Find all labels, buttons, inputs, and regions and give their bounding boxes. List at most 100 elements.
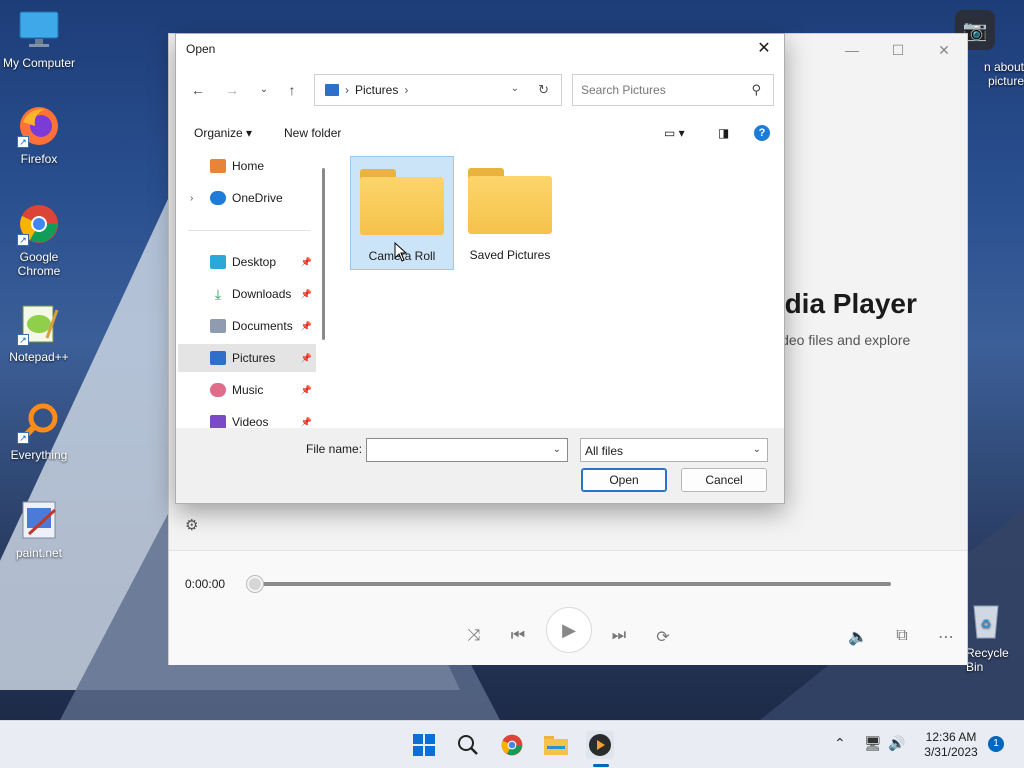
sidebar-item-onedrive[interactable]: › OneDrive bbox=[178, 184, 316, 212]
sidebar-item-pictures[interactable]: Pictures 📌 bbox=[178, 344, 316, 372]
sidebar-item-label: Desktop bbox=[232, 255, 277, 269]
notepadpp-icon: ↗ bbox=[17, 302, 61, 346]
desktop-icon-notepadpp[interactable]: ↗ Notepad++ bbox=[0, 302, 78, 364]
start-windows-icon[interactable] bbox=[410, 731, 438, 759]
firefox-icon: ↗ bbox=[17, 104, 61, 148]
sidebar-item-desktop[interactable]: Desktop 📌 bbox=[178, 248, 316, 276]
chevron-down-icon[interactable]: ⌄ bbox=[553, 444, 561, 455]
sidebar-scrollbar[interactable] bbox=[322, 168, 325, 340]
repeat-icon[interactable]: ⟳ bbox=[651, 627, 675, 647]
pin-icon[interactable]: 📌 bbox=[301, 353, 312, 364]
folder-icon bbox=[360, 169, 444, 235]
search-icon[interactable] bbox=[454, 731, 482, 759]
refresh-icon[interactable]: ↻ bbox=[538, 82, 549, 98]
sidebar-item-label: Documents bbox=[232, 319, 293, 333]
dialog-toolbar: Organize ▾ New folder ▭ ▾ ◨ ? bbox=[176, 122, 784, 146]
sidebar-item-label: Downloads bbox=[232, 287, 292, 301]
pictures-icon bbox=[210, 351, 226, 365]
new-folder-button[interactable]: New folder bbox=[284, 126, 341, 140]
media-player-taskbar-icon[interactable] bbox=[586, 731, 614, 759]
shuffle-icon[interactable]: ⤨ bbox=[462, 627, 486, 645]
notification-badge[interactable]: 1 bbox=[988, 736, 1004, 752]
sidebar-divider bbox=[188, 230, 310, 231]
help-icon[interactable]: ? bbox=[754, 125, 770, 141]
sidebar-item-documents[interactable]: Documents 📌 bbox=[178, 312, 316, 340]
pin-icon[interactable]: 📌 bbox=[301, 257, 312, 268]
next-icon[interactable]: ⏭ bbox=[607, 627, 631, 645]
sidebar-item-downloads[interactable]: ⤓ Downloads 📌 bbox=[178, 280, 316, 308]
network-icon[interactable]: 🖥 bbox=[864, 735, 882, 752]
folder-item-saved-pictures[interactable]: Saved Pictures bbox=[458, 156, 562, 270]
gear-icon[interactable]: ⚙ bbox=[185, 516, 198, 534]
recent-locations-chevron-icon[interactable]: ⌄ bbox=[254, 84, 274, 102]
pin-icon[interactable]: 📌 bbox=[301, 321, 312, 332]
file-type-select[interactable]: All files ⌄ bbox=[580, 438, 768, 462]
search-input[interactable]: Search Pictures ⚲ bbox=[572, 74, 774, 106]
maximize-icon[interactable]: ☐ bbox=[875, 34, 921, 66]
sidebar-item-label: Home bbox=[232, 159, 265, 173]
chevron-right-icon[interactable]: › bbox=[190, 193, 193, 204]
organize-button[interactable]: Organize ▾ bbox=[194, 126, 252, 140]
clock[interactable]: 12:36 AM 3/31/2023 bbox=[916, 730, 986, 760]
seek-track[interactable] bbox=[255, 582, 891, 586]
chevron-down-icon: ⌄ bbox=[752, 444, 761, 455]
sidebar-item-music[interactable]: Music 📌 bbox=[178, 376, 316, 404]
folder-icon bbox=[468, 168, 552, 234]
recycle-bin-icon: ♻ bbox=[964, 598, 1008, 642]
sidebar-item-videos[interactable]: Videos 📌 bbox=[178, 408, 316, 428]
back-arrow-icon[interactable]: ← bbox=[188, 82, 208, 100]
desktop-icon-label: Google Chrome bbox=[17, 250, 61, 278]
desktop-icon-firefox[interactable]: ↗ Firefox bbox=[0, 104, 78, 166]
cancel-button[interactable]: Cancel bbox=[681, 468, 767, 492]
speaker-icon[interactable]: 🔊 bbox=[888, 735, 905, 752]
close-icon[interactable]: ✕ bbox=[921, 34, 967, 66]
desktop-icon-my-computer[interactable]: My Computer bbox=[0, 8, 78, 70]
open-button[interactable]: Open bbox=[581, 468, 667, 492]
download-arrow-icon: ⤓ bbox=[214, 286, 222, 302]
desktop-icon-label: My Computer bbox=[2, 56, 76, 70]
file-explorer-icon[interactable] bbox=[542, 731, 570, 759]
seek-thumb[interactable] bbox=[247, 576, 263, 592]
monitor-icon bbox=[17, 8, 61, 52]
desktop-icon-label: paint.net bbox=[15, 546, 63, 560]
pin-icon[interactable]: 📌 bbox=[301, 385, 312, 396]
document-icon bbox=[210, 319, 226, 333]
address-bar[interactable]: › Pictures › ⌄ ↻ bbox=[314, 74, 562, 106]
desktop-icon-paintnet[interactable]: paint.net bbox=[0, 498, 78, 560]
close-icon[interactable]: ✕ bbox=[750, 38, 778, 60]
pin-icon[interactable]: 📌 bbox=[301, 417, 312, 428]
desktop-icon bbox=[210, 255, 226, 269]
file-name-input[interactable]: ⌄ bbox=[366, 438, 568, 462]
breadcrumb-pictures[interactable]: Pictures bbox=[355, 83, 398, 97]
pin-icon[interactable]: 📌 bbox=[301, 289, 312, 300]
clock-time: 12:36 AM bbox=[925, 730, 977, 744]
chrome-icon[interactable] bbox=[498, 731, 526, 759]
up-arrow-icon[interactable]: ↑ bbox=[282, 82, 302, 100]
volume-icon[interactable]: 🔈 bbox=[846, 627, 870, 647]
paintnet-icon bbox=[17, 498, 61, 542]
navigation-pane: Home › OneDrive Desktop 📌 ⤓ Downloads 📌 … bbox=[178, 150, 316, 428]
cloud-icon bbox=[210, 191, 226, 205]
desktop-icon-everything[interactable]: ↗ Everything bbox=[0, 400, 78, 462]
home-icon bbox=[210, 159, 226, 173]
minimize-icon[interactable]: — bbox=[829, 34, 875, 66]
sidebar-item-home[interactable]: Home bbox=[178, 152, 316, 180]
media-player-subtext: video files and explore bbox=[771, 332, 911, 348]
clock-date: 3/31/2023 bbox=[924, 745, 978, 759]
play-button[interactable]: ▶ bbox=[546, 607, 592, 653]
desktop-icon-chrome[interactable]: ↗ Google Chrome bbox=[0, 202, 78, 278]
view-options-icon[interactable]: ▭ ▾ bbox=[664, 126, 685, 140]
search-icon: ⚲ bbox=[751, 82, 761, 97]
media-player-heading: edia Player bbox=[769, 288, 917, 319]
miniplayer-icon[interactable]: ⧉ bbox=[890, 627, 914, 645]
chevron-down-icon[interactable]: ⌄ bbox=[511, 83, 519, 94]
more-options-icon[interactable]: ⋯ bbox=[934, 627, 958, 647]
chevron-up-icon[interactable]: ⌃ bbox=[834, 735, 846, 752]
sidebar-item-label: OneDrive bbox=[232, 191, 283, 205]
video-icon bbox=[210, 415, 226, 428]
forward-arrow-icon[interactable]: → bbox=[222, 82, 242, 100]
everything-search-icon: ↗ bbox=[17, 400, 61, 444]
file-list: Camera Roll Saved Pictures bbox=[332, 150, 784, 428]
previous-icon[interactable]: ⏮ bbox=[506, 627, 530, 645]
preview-pane-icon[interactable]: ◨ bbox=[718, 126, 729, 140]
